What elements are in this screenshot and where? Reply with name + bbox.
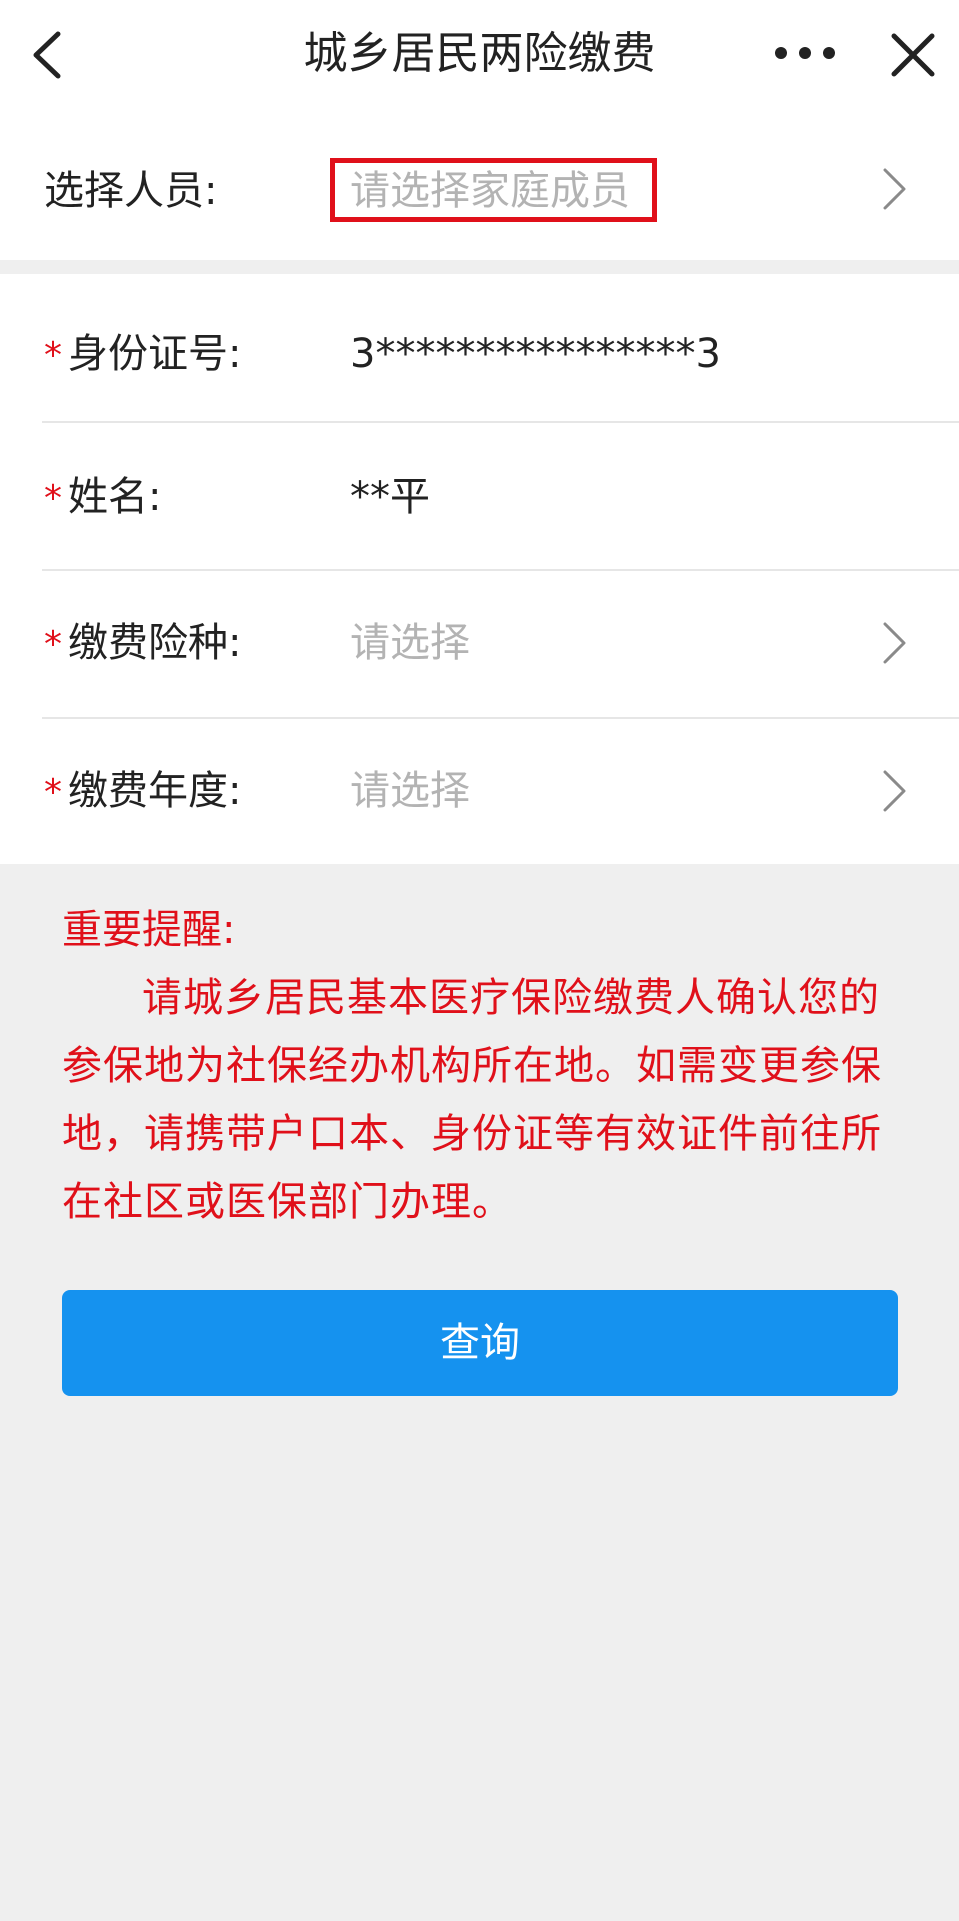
highlight-box: [330, 158, 657, 222]
name-row: * 姓名: **平: [0, 423, 959, 570]
id-number-row: * 身份证号: 3****************3: [0, 274, 959, 421]
navbar: 城乡居民两险缴费: [0, 0, 959, 110]
payment-year-row[interactable]: * 缴费年度: 请选择: [0, 719, 959, 866]
notice-title: 重要提醒:: [62, 907, 236, 953]
insurance-type-label: * 缴费险种:: [44, 620, 242, 666]
notice-body: 请城乡居民基本医疗保险缴费人确认您的参保地为社保经办机构所在地。如需变更参保地，…: [62, 975, 882, 1225]
payment-year-label: * 缴费年度:: [44, 768, 242, 814]
insurance-type-select[interactable]: 请选择: [350, 615, 470, 671]
person-select-label: 选择人员:: [44, 168, 218, 214]
important-notice: 重要提醒: 请城乡居民基本医疗保险缴费人确认您的参保地为社保经办机构所在地。如需…: [62, 896, 902, 1236]
required-mark: *: [44, 335, 62, 376]
chevron-right-icon[interactable]: [880, 621, 908, 665]
chevron-right-icon[interactable]: [880, 769, 908, 813]
id-number-label: * 身份证号:: [44, 331, 242, 377]
chevron-right-icon[interactable]: [880, 167, 908, 211]
name-value: **平: [350, 474, 430, 520]
query-button[interactable]: 查询: [62, 1290, 898, 1396]
insurance-type-row[interactable]: * 缴费险种: 请选择: [0, 571, 959, 718]
id-number-value: 3****************3: [350, 331, 721, 377]
name-label: * 姓名:: [44, 474, 162, 520]
close-icon[interactable]: [888, 30, 938, 80]
payment-form: * 身份证号: 3****************3 * 姓名: **平 * 缴费险种…: [0, 274, 959, 864]
required-mark: *: [44, 772, 62, 813]
required-mark: *: [44, 624, 62, 665]
required-mark: *: [44, 478, 62, 519]
more-dots-icon[interactable]: [772, 40, 838, 66]
payment-year-select[interactable]: 请选择: [350, 763, 470, 819]
